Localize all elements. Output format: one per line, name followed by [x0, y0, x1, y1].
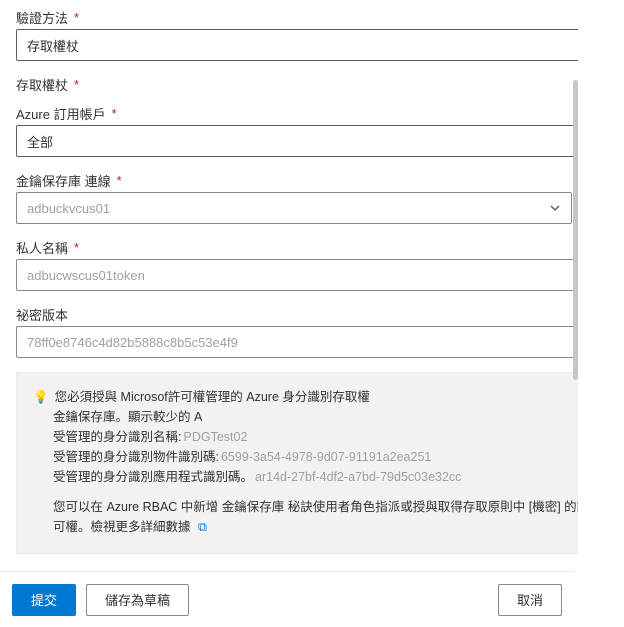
lightbulb-icon: 💡	[33, 390, 49, 404]
mi-obj-label: 受管理的身分識別物件識別碼:	[53, 447, 219, 467]
subscription-field: Azure 訂用帳戶 * 全部	[16, 104, 608, 157]
label-text: 金鑰保存庫 連線	[16, 171, 111, 190]
label-text: 私人名稱	[16, 238, 68, 257]
mi-name-row: 受管理的身分識別名稱: PDGTest02	[33, 427, 591, 447]
mi-name-label: 受管理的身分識別名稱:	[53, 427, 181, 447]
select-value: adbuckvcus01	[27, 201, 110, 216]
mi-name-value: PDGTest02	[183, 427, 247, 447]
label-text: 驗證方法	[16, 8, 68, 27]
label-text: 祕密版本	[16, 305, 68, 324]
save-draft-button[interactable]: 儲存為草稿	[86, 584, 189, 616]
mi-app-label: 受管理的身分識別應用程式識別碼。	[53, 467, 253, 487]
mi-app-row: 受管理的身分識別應用程式識別碼。 ar14d-27bf-4df2-a7bd-79…	[33, 467, 591, 487]
form-panel: 驗證方法 * 存取權杖 存取權杖 * Azure 訂用帳戶 * 全部 金鑰保存庫…	[0, 0, 624, 554]
secret-version-label: 祕密版本	[16, 305, 608, 324]
secret-name-input[interactable]	[16, 259, 608, 291]
info-text: 您必須授與 Microsof	[55, 390, 168, 404]
required-indicator: *	[74, 10, 79, 25]
mi-obj-row: 受管理的身分識別物件識別碼: 6599-3a54-4978-9d07-91191…	[33, 447, 591, 467]
secret-version-field: 祕密版本	[16, 305, 608, 358]
section-title-text: 存取權杖	[16, 75, 68, 94]
section-title: 存取權杖 *	[16, 75, 608, 94]
select-value: 存取權杖	[27, 36, 79, 55]
mi-app-value: ar14d-27bf-4df2-a7bd-79d5c03e32cc	[255, 467, 461, 487]
chevron-down-icon	[549, 202, 561, 214]
secret-version-input[interactable]	[16, 326, 608, 358]
mi-obj-value: 6599-3a54-4978-9d07-91191a2ea251	[221, 447, 431, 467]
submit-button[interactable]: 提交	[12, 584, 76, 616]
cancel-button[interactable]: 取消	[498, 584, 562, 616]
info-line: 金鑰保存庫。顯示較少的 A	[33, 407, 591, 427]
subscription-select[interactable]: 全部	[16, 125, 608, 157]
auth-method-field: 驗證方法 * 存取權杖	[16, 8, 608, 61]
footer-bar: 提交 儲存為草稿 取消	[0, 571, 574, 627]
info-box: 💡 您必須授與 Microsof許可權管理的 Azure 身分識別存取權 金鑰保存…	[16, 372, 608, 554]
auth-method-label: 驗證方法 *	[16, 8, 608, 27]
secret-name-field: 私人名稱 *	[16, 238, 608, 291]
required-indicator: *	[74, 77, 79, 92]
info-text: 許可權管理的 Azure 身分識別存取權	[168, 390, 370, 404]
right-margin	[578, 0, 624, 627]
keyvault-field: 金鑰保存庫 連線 * adbuckvcus01	[16, 171, 608, 224]
required-indicator: *	[74, 240, 79, 255]
info-line: 💡 您必須授與 Microsof許可權管理的 Azure 身分識別存取權	[33, 387, 591, 407]
select-value: 全部	[27, 132, 53, 151]
label-text: Azure 訂用帳戶	[16, 104, 106, 123]
required-indicator: *	[117, 173, 122, 188]
info-para2-text: 您可以在 Azure RBAC 中新增 金鑰保存庫 秘訣使用者角色指派或授與取得…	[53, 500, 589, 534]
required-indicator: *	[112, 106, 117, 121]
info-para2: 您可以在 Azure RBAC 中新增 金鑰保存庫 秘訣使用者角色指派或授與取得…	[33, 497, 591, 537]
secret-name-label: 私人名稱 *	[16, 238, 608, 257]
keyvault-select[interactable]: adbuckvcus01	[16, 192, 572, 224]
auth-method-select[interactable]: 存取權杖	[16, 29, 608, 61]
external-link-icon[interactable]: ⧉	[198, 520, 207, 534]
subscription-label: Azure 訂用帳戶 *	[16, 104, 608, 123]
keyvault-label: 金鑰保存庫 連線 *	[16, 171, 608, 190]
